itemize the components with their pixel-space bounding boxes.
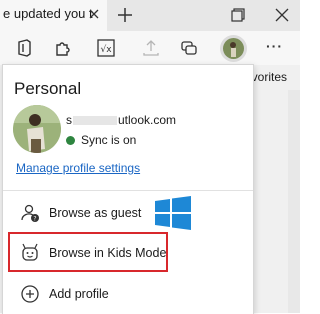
profile-flyout: Personal s utlook.com Sync is on Manage p… — [2, 64, 254, 314]
sync-status-text: Sync is on — [81, 133, 137, 147]
email-suffix: utlook.com — [118, 113, 177, 127]
collections-icon[interactable] — [178, 37, 200, 59]
menu-label: Browse as guest — [49, 206, 142, 220]
restore-icon[interactable] — [228, 5, 248, 25]
tab-title: e updated you t — [3, 6, 93, 21]
sync-status: Sync is on — [66, 133, 136, 147]
kids-mode-highlight-box — [8, 232, 168, 272]
add-profile-item[interactable]: Add profile — [3, 277, 253, 311]
sync-check-icon — [66, 136, 75, 145]
browser-toolbar: √x ··· — [0, 31, 300, 65]
office-icon[interactable] — [13, 37, 35, 59]
share-icon[interactable] — [140, 37, 162, 59]
scrollbar[interactable] — [288, 90, 300, 313]
manage-profile-settings-link[interactable]: Manage profile settings — [16, 161, 140, 175]
profile-button[interactable] — [220, 35, 247, 62]
profile-heading: Personal — [14, 79, 82, 98]
menu-label: Add profile — [49, 287, 109, 301]
more-icon[interactable]: ··· — [266, 38, 283, 54]
email-redaction — [73, 116, 117, 126]
svg-text:?: ? — [33, 216, 36, 223]
browser-tab[interactable]: e updated you t — [0, 0, 107, 31]
browse-as-guest-item[interactable]: ? Browse as guest — [3, 196, 253, 230]
extensions-icon[interactable] — [52, 37, 74, 59]
flyout-divider — [3, 190, 253, 191]
profile-picture[interactable] — [13, 105, 61, 153]
avatar — [223, 38, 244, 59]
add-icon — [21, 285, 39, 303]
svg-text:√x: √x — [100, 44, 112, 55]
math-solver-icon[interactable]: √x — [95, 37, 117, 59]
window-close-icon[interactable] — [272, 5, 292, 25]
guest-icon: ? — [21, 204, 39, 223]
profile-email: s utlook.com — [66, 113, 176, 127]
tab-strip: e updated you t — [0, 0, 300, 31]
close-icon[interactable] — [89, 9, 99, 19]
new-tab-icon[interactable] — [115, 5, 135, 25]
email-prefix: s — [66, 113, 72, 127]
